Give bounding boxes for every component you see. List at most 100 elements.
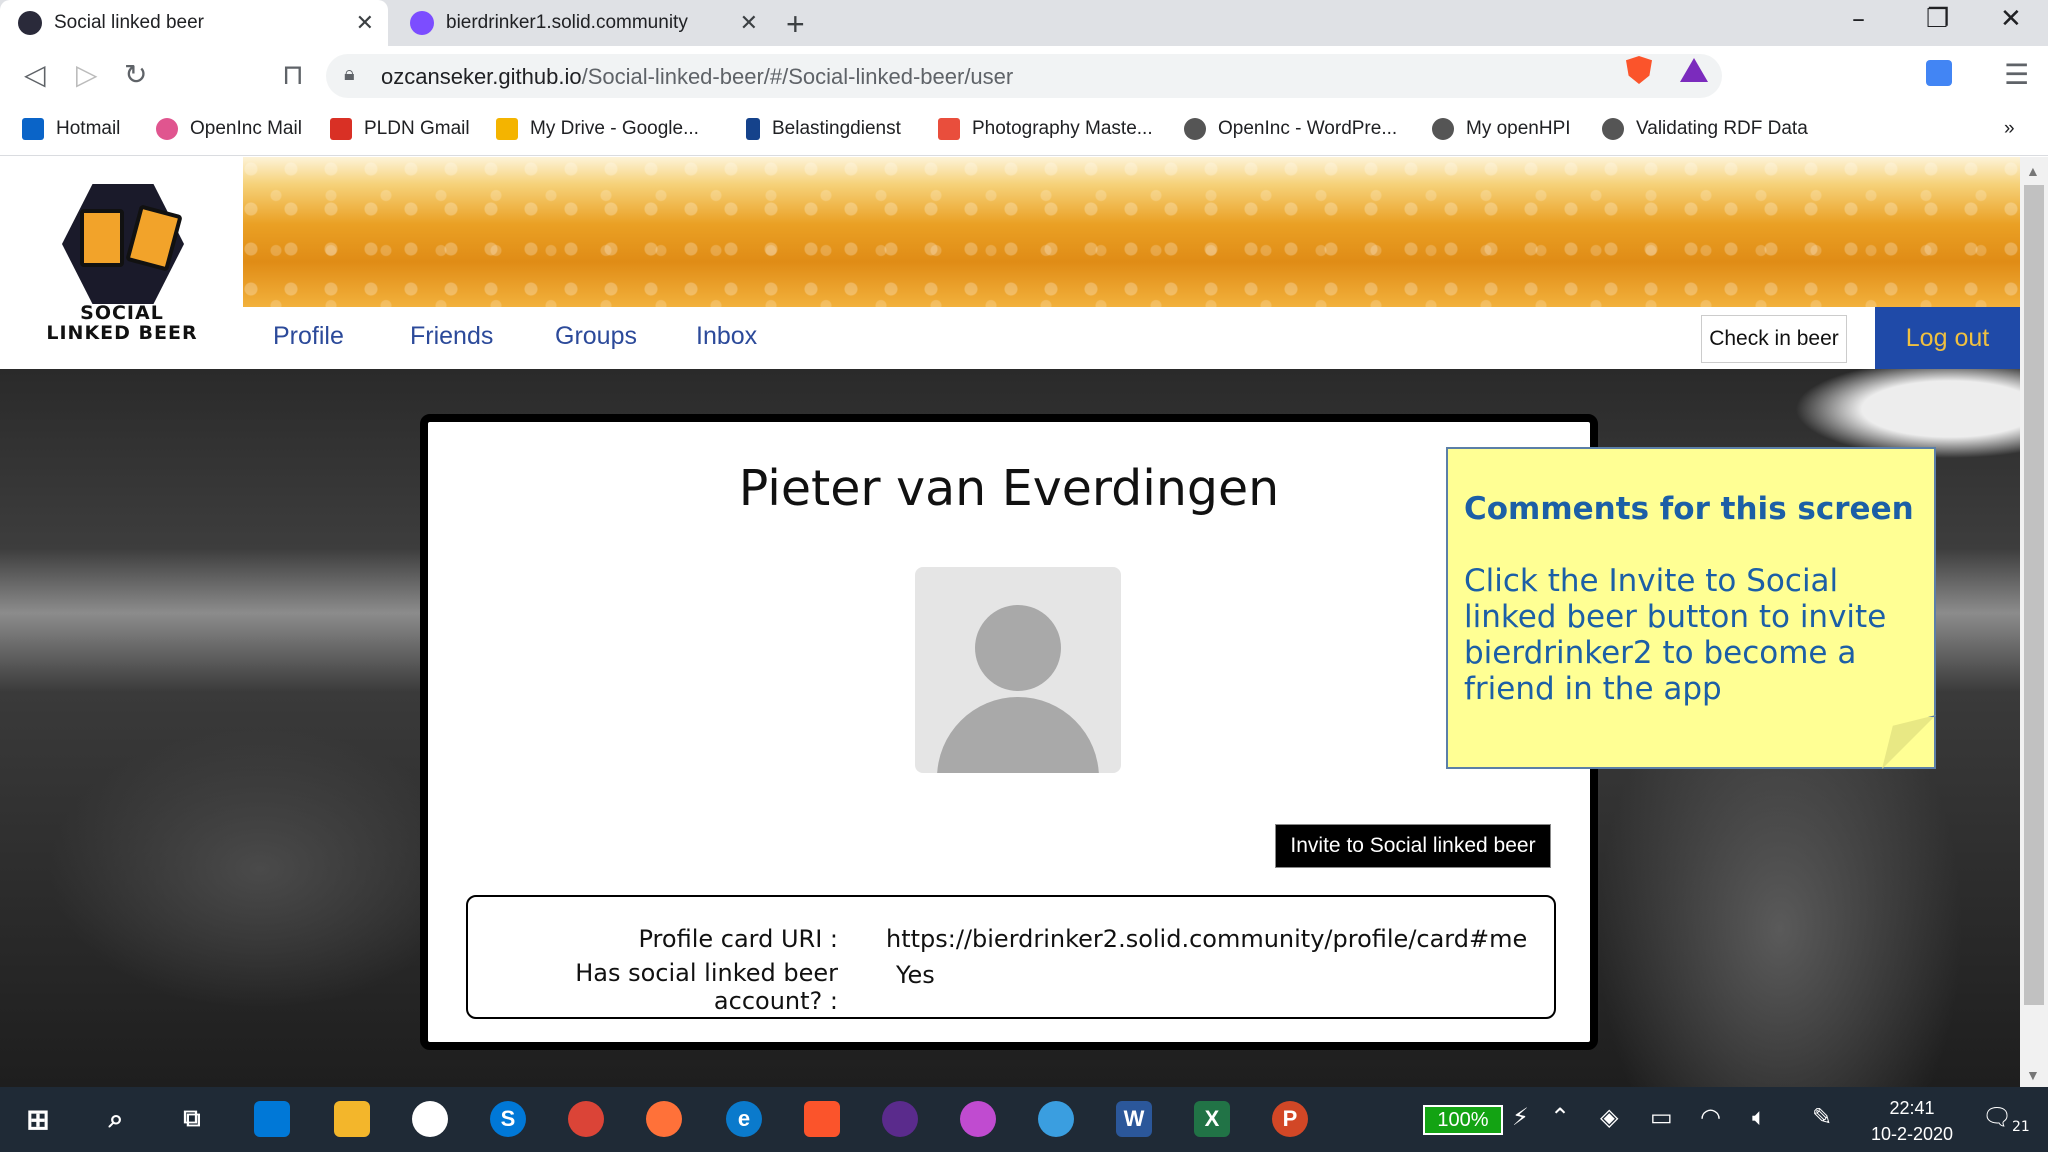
app-navbar: Profile Friends Groups Inbox Check in be… xyxy=(243,307,2020,369)
globe-app-icon[interactable] xyxy=(1038,1101,1074,1137)
close-tab-icon[interactable]: ✕ xyxy=(356,10,374,36)
bookmark-label: PLDN Gmail xyxy=(364,118,470,139)
dropbox-icon[interactable]: ◈ xyxy=(1600,1103,1618,1131)
check-in-beer-button[interactable]: Check in beer xyxy=(1701,315,1847,363)
scroll-down-icon[interactable]: ▼ xyxy=(2026,1067,2040,1083)
volume-icon[interactable]: 🔈︎ xyxy=(1752,1103,1766,1131)
url-host: ozcanseker.github.io xyxy=(381,64,582,89)
tab-bierdrinker1[interactable]: bierdrinker1.solid.community ✕ xyxy=(392,0,772,46)
nav-friends[interactable]: Friends xyxy=(410,322,493,351)
note-fold-corner xyxy=(1882,715,1936,769)
globe-icon xyxy=(1184,118,1206,140)
bookmark-label: OpenInc Mail xyxy=(190,118,302,139)
bookmark-belastingdienst[interactable]: Belastingdienst xyxy=(746,118,901,140)
bookmark-my-openhpi[interactable]: My openHPI xyxy=(1432,118,1571,140)
bookmark-pldn-gmail[interactable]: PLDN Gmail xyxy=(330,118,470,140)
bookmark-hotmail[interactable]: Hotmail xyxy=(22,118,120,140)
url-path: /Social-linked-beer/#/Social-linked-beer… xyxy=(581,64,1014,89)
avatar-head xyxy=(975,605,1061,691)
show-hidden-icons-icon[interactable]: ⌃ xyxy=(1550,1103,1570,1131)
account-label: Has social linked beer account? : xyxy=(575,959,838,1015)
bookmark-openinc-mail[interactable]: OpenInc Mail xyxy=(156,118,302,140)
translate-icon[interactable] xyxy=(1926,60,1952,86)
gmail-icon xyxy=(330,118,352,140)
clock-time: 22:41 xyxy=(1889,1098,1935,1118)
nav-groups[interactable]: Groups xyxy=(555,322,637,351)
chrome-icon[interactable] xyxy=(568,1101,604,1137)
edge-icon[interactable]: e xyxy=(726,1101,762,1137)
invite-button[interactable]: Invite to Social linked beer xyxy=(1275,824,1551,868)
brave-taskbar-icon[interactable] xyxy=(804,1101,840,1137)
bookmark-label: My openHPI xyxy=(1466,118,1571,139)
bookmark-openinc-wordpress[interactable]: OpenInc - WordPre... xyxy=(1184,118,1397,140)
bookmark-validating-rdf[interactable]: Validating RDF Data xyxy=(1602,118,1808,140)
avatar-body xyxy=(937,697,1099,773)
bookmark-photography[interactable]: Photography Maste... xyxy=(938,118,1153,140)
app-logo[interactable]: SOCIAL LINKED BEER xyxy=(0,157,243,369)
slack-icon[interactable] xyxy=(412,1101,448,1137)
page-scrollbar[interactable]: ▲ ▼ xyxy=(2020,157,2048,1087)
minimize-icon[interactable]: – xyxy=(1852,4,1865,34)
overflow-glyph: » xyxy=(2004,118,2015,139)
reload-icon[interactable]: ↻ xyxy=(124,58,147,91)
skype-icon[interactable]: S xyxy=(490,1101,526,1137)
bookmarks-bar: Hotmail OpenInc Mail PLDN Gmail My Drive… xyxy=(0,106,2048,156)
system-clock[interactable]: 22:41 10-2-2020 xyxy=(1862,1095,1962,1147)
search-icon[interactable]: ⌕ xyxy=(98,1101,134,1137)
scroll-up-icon[interactable]: ▲ xyxy=(2026,163,2040,179)
nav-inbox[interactable]: Inbox xyxy=(696,322,757,351)
forward-icon[interactable]: ▷ xyxy=(76,58,98,91)
url-text[interactable]: ozcanseker.github.io/Social-linked-beer/… xyxy=(381,64,1013,90)
logo-line-2: LINKED BEER xyxy=(46,322,198,344)
beer-mug-icon xyxy=(80,209,124,267)
bookmarks-overflow-icon[interactable]: » xyxy=(2004,118,2015,140)
battery-indicator[interactable]: 100% xyxy=(1423,1105,1503,1135)
scroll-thumb[interactable] xyxy=(2024,185,2044,1005)
wifi-icon[interactable]: ◠ xyxy=(1700,1103,1721,1131)
restore-icon[interactable]: ❐ xyxy=(1926,4,1949,34)
profile-uri-value: https://bierdrinker2.solid.community/pro… xyxy=(886,925,1528,953)
lock-icon: 🔒︎ xyxy=(344,63,355,85)
tab-social-linked-beer[interactable]: Social linked beer ✕ xyxy=(0,0,388,46)
profile-card: Pieter van Everdingen Invite to Social l… xyxy=(420,414,1598,1050)
profile-uri-label: Profile card URI : xyxy=(638,925,839,953)
clock-date: 10-2-2020 xyxy=(1870,1124,1954,1144)
battery-icon[interactable]: ▭ xyxy=(1650,1103,1673,1131)
tor-icon[interactable] xyxy=(882,1101,918,1137)
log-out-button[interactable]: Log out xyxy=(1875,307,2020,369)
new-tab-icon[interactable]: + xyxy=(786,6,805,43)
app-swirl-icon[interactable] xyxy=(960,1101,996,1137)
profile-info-box: Profile card URI : https://bierdrinker2.… xyxy=(466,895,1556,1019)
google-drive-icon xyxy=(496,118,518,140)
store-icon[interactable] xyxy=(254,1101,290,1137)
notifications-icon[interactable]: 🗨︎ xyxy=(1982,1103,2012,1131)
udemy-icon xyxy=(938,118,960,140)
account-value: Yes xyxy=(896,961,935,989)
pen-icon[interactable]: ✎ xyxy=(1812,1103,1832,1131)
task-view-icon[interactable]: ⧉ xyxy=(174,1101,210,1137)
close-window-icon[interactable]: ✕ xyxy=(2000,4,2022,34)
web-page: SOCIAL LINKED BEER Profile Friends Group… xyxy=(0,157,2020,1087)
bookmark-icon[interactable]: ⊓ xyxy=(282,58,304,91)
note-title: Comments for this screen xyxy=(1464,491,1914,527)
brave-rewards-icon[interactable] xyxy=(1680,58,1708,82)
close-tab-icon[interactable]: ✕ xyxy=(740,10,758,36)
windows-start-icon[interactable]: ⊞ xyxy=(20,1101,56,1137)
bookmark-label: Validating RDF Data xyxy=(1636,118,1808,139)
note-body: Click the Invite to Social linked beer b… xyxy=(1464,563,1887,707)
back-icon[interactable]: ◁ xyxy=(24,58,46,91)
excel-icon[interactable]: X xyxy=(1194,1101,1230,1137)
firefox-icon[interactable] xyxy=(646,1101,682,1137)
belastingdienst-icon xyxy=(746,118,760,140)
file-explorer-icon[interactable] xyxy=(334,1101,370,1137)
bookmark-label: My Drive - Google... xyxy=(530,118,699,139)
outlook-icon xyxy=(22,118,44,140)
word-icon[interactable]: W xyxy=(1116,1101,1152,1137)
bookmark-my-drive[interactable]: My Drive - Google... xyxy=(496,118,699,140)
solid-favicon-icon xyxy=(410,11,434,35)
address-bar[interactable]: 🔒︎ ozcanseker.github.io/Social-linked-be… xyxy=(326,54,1722,98)
browser-tab-strip: Social linked beer ✕ bierdrinker1.solid.… xyxy=(0,0,2048,46)
nav-profile[interactable]: Profile xyxy=(273,322,344,351)
powerpoint-icon[interactable]: P xyxy=(1272,1101,1308,1137)
menu-icon[interactable]: ☰ xyxy=(2004,58,2029,91)
